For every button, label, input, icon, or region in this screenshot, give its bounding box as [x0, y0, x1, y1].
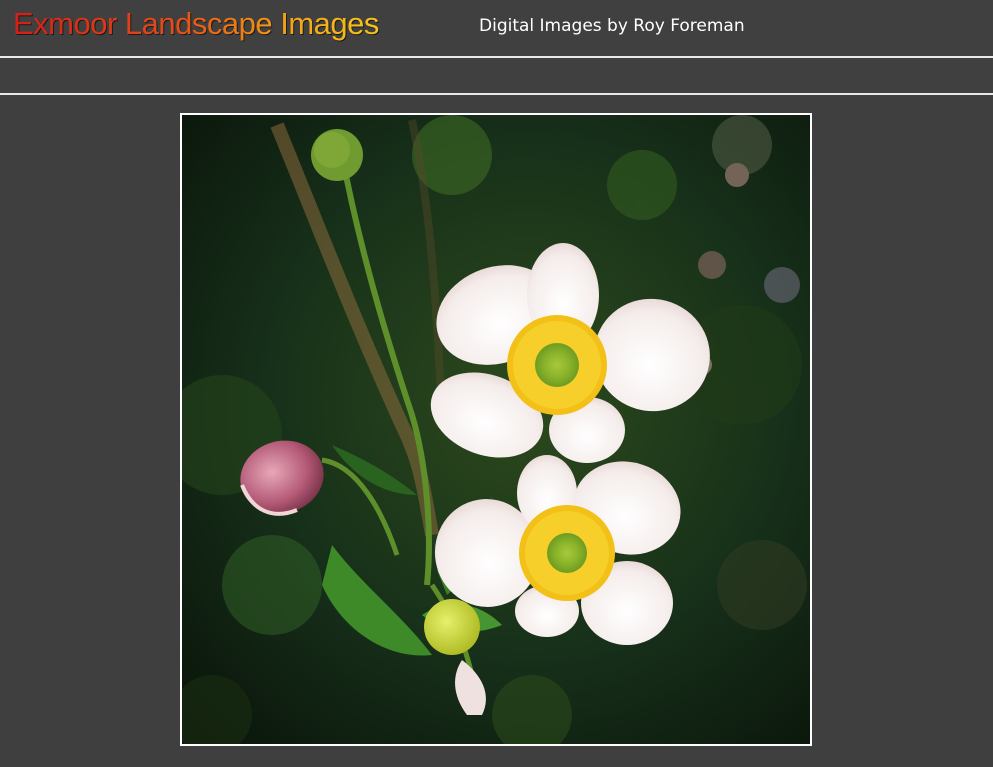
- site-header: Exmoor Landscape Images Digital Images b…: [0, 0, 993, 58]
- flower-photo: [182, 115, 810, 744]
- photo-frame[interactable]: [180, 113, 812, 746]
- nav-bar: [0, 60, 993, 95]
- site-title[interactable]: Exmoor Landscape Images: [13, 6, 379, 42]
- site-subtitle: Digital Images by Roy Foreman: [479, 16, 745, 36]
